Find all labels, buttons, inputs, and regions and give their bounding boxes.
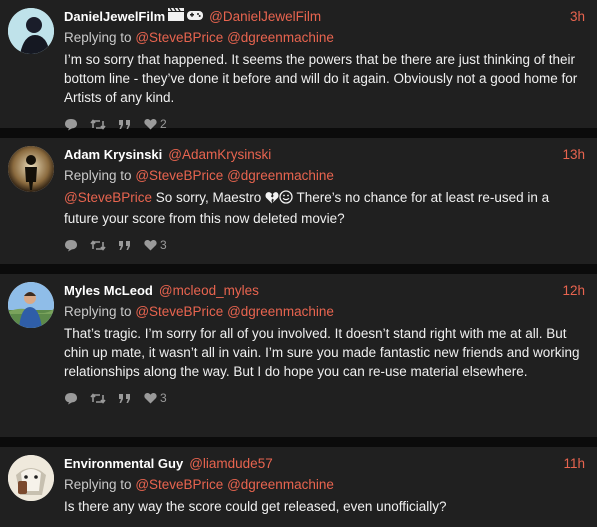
- quote-button[interactable]: [118, 240, 132, 251]
- replying-label: Replying to: [64, 168, 132, 183]
- broken-heart-icon: [265, 190, 279, 209]
- tweet-text: I’m so sorry that happened. It seems the…: [64, 52, 578, 105]
- avatar-image: [8, 8, 54, 54]
- display-name[interactable]: Adam Krysinski: [64, 146, 162, 164]
- timestamp[interactable]: 12h: [562, 282, 585, 300]
- timestamp[interactable]: 3h: [570, 8, 585, 26]
- tweet-text: Is there any way the score could get rel…: [64, 499, 447, 514]
- reply-icon: [65, 118, 77, 130]
- replying-label: Replying to: [64, 304, 132, 319]
- replying-to: Replying to @SteveBPrice @dgreenmachine: [64, 166, 585, 185]
- reply-icon: [65, 392, 77, 404]
- replying-to: Replying to @SteveBPrice @dgreenmachine: [64, 475, 585, 494]
- heart-icon: [144, 392, 157, 404]
- tweet[interactable]: Myles McLeod @mcleod_myles 12h Replying …: [0, 274, 597, 437]
- avatar-image: [8, 282, 54, 328]
- tweet-actions: 2: [64, 109, 585, 139]
- text-mention[interactable]: @SteveBPrice: [64, 190, 152, 205]
- retweet-button[interactable]: [90, 118, 106, 131]
- reply-button[interactable]: [64, 118, 78, 131]
- retweet-icon: [90, 392, 106, 404]
- reply-mention[interactable]: @SteveBPrice: [135, 168, 223, 183]
- timestamp[interactable]: 11h: [563, 455, 585, 473]
- tweet-actions: 3: [64, 383, 585, 413]
- tweet-feed: DanielJewelFilm @DanielJewelFilm 3h Repl…: [0, 0, 597, 527]
- reply-mention[interactable]: @dgreenmachine: [227, 477, 334, 492]
- reply-mention[interactable]: @SteveBPrice: [135, 477, 223, 492]
- avatar-image: [8, 146, 54, 192]
- quote-button[interactable]: [118, 119, 132, 130]
- user-handle[interactable]: @AdamKrysinski: [168, 146, 271, 164]
- retweet-button[interactable]: [90, 392, 106, 405]
- quote-icon: [119, 119, 130, 129]
- like-button[interactable]: 3: [144, 391, 167, 405]
- retweet-icon: [90, 118, 106, 130]
- tweet[interactable]: Environmental Guy @liamdude57 11h Replyi…: [0, 447, 597, 527]
- avatar[interactable]: [8, 146, 54, 192]
- tweet-actions: 3: [64, 230, 585, 260]
- avatar-image: [8, 455, 54, 501]
- reply-mention[interactable]: @dgreenmachine: [227, 30, 334, 45]
- like-count: 3: [160, 238, 167, 252]
- avatar[interactable]: [8, 455, 54, 501]
- display-name[interactable]: Myles McLeod: [64, 282, 153, 300]
- reply-mention[interactable]: @SteveBPrice: [135, 30, 223, 45]
- tweet[interactable]: DanielJewelFilm @DanielJewelFilm 3h Repl…: [0, 0, 597, 131]
- tweet-text: @SteveBPrice So sorry, Maestro There’s n…: [64, 188, 585, 228]
- reply-mention[interactable]: @dgreenmachine: [227, 168, 334, 183]
- display-name[interactable]: DanielJewelFilm: [64, 8, 165, 26]
- text-segment: So sorry, Maestro: [152, 190, 266, 205]
- tweet[interactable]: Adam Krysinski @AdamKrysinski 13h Replyi…: [0, 138, 597, 264]
- heart-icon: [144, 118, 157, 130]
- quote-icon: [119, 240, 130, 250]
- avatar[interactable]: [8, 8, 54, 54]
- reply-mention[interactable]: @dgreenmachine: [227, 304, 334, 319]
- reply-button[interactable]: [64, 239, 78, 252]
- video-game-icon: [187, 8, 204, 26]
- tweet-text: That’s tragic. I’m sorry for all of you …: [64, 326, 580, 379]
- reply-icon: [65, 239, 77, 251]
- quote-button[interactable]: [118, 393, 132, 404]
- display-name[interactable]: Environmental Guy: [64, 455, 183, 473]
- like-button[interactable]: 2: [144, 117, 167, 131]
- user-handle[interactable]: @mcleod_myles: [159, 282, 259, 300]
- replying-label: Replying to: [64, 477, 132, 492]
- replying-to: Replying to @SteveBPrice @dgreenmachine: [64, 28, 585, 47]
- retweet-button[interactable]: [90, 239, 106, 252]
- like-count: 2: [160, 117, 167, 131]
- like-count: 3: [160, 391, 167, 405]
- retweet-icon: [90, 239, 106, 251]
- replying-label: Replying to: [64, 30, 132, 45]
- like-button[interactable]: 3: [144, 238, 167, 252]
- user-handle[interactable]: @liamdude57: [189, 455, 273, 473]
- smile-icon: [279, 190, 293, 209]
- user-handle[interactable]: @DanielJewelFilm: [209, 8, 321, 26]
- reply-mention[interactable]: @SteveBPrice: [135, 304, 223, 319]
- replying-to: Replying to @SteveBPrice @dgreenmachine: [64, 302, 585, 321]
- quote-icon: [119, 393, 130, 403]
- heart-icon: [144, 239, 157, 251]
- timestamp[interactable]: 13h: [562, 146, 585, 164]
- clapperboard-icon: [168, 7, 185, 26]
- avatar[interactable]: [8, 282, 54, 328]
- reply-button[interactable]: [64, 392, 78, 405]
